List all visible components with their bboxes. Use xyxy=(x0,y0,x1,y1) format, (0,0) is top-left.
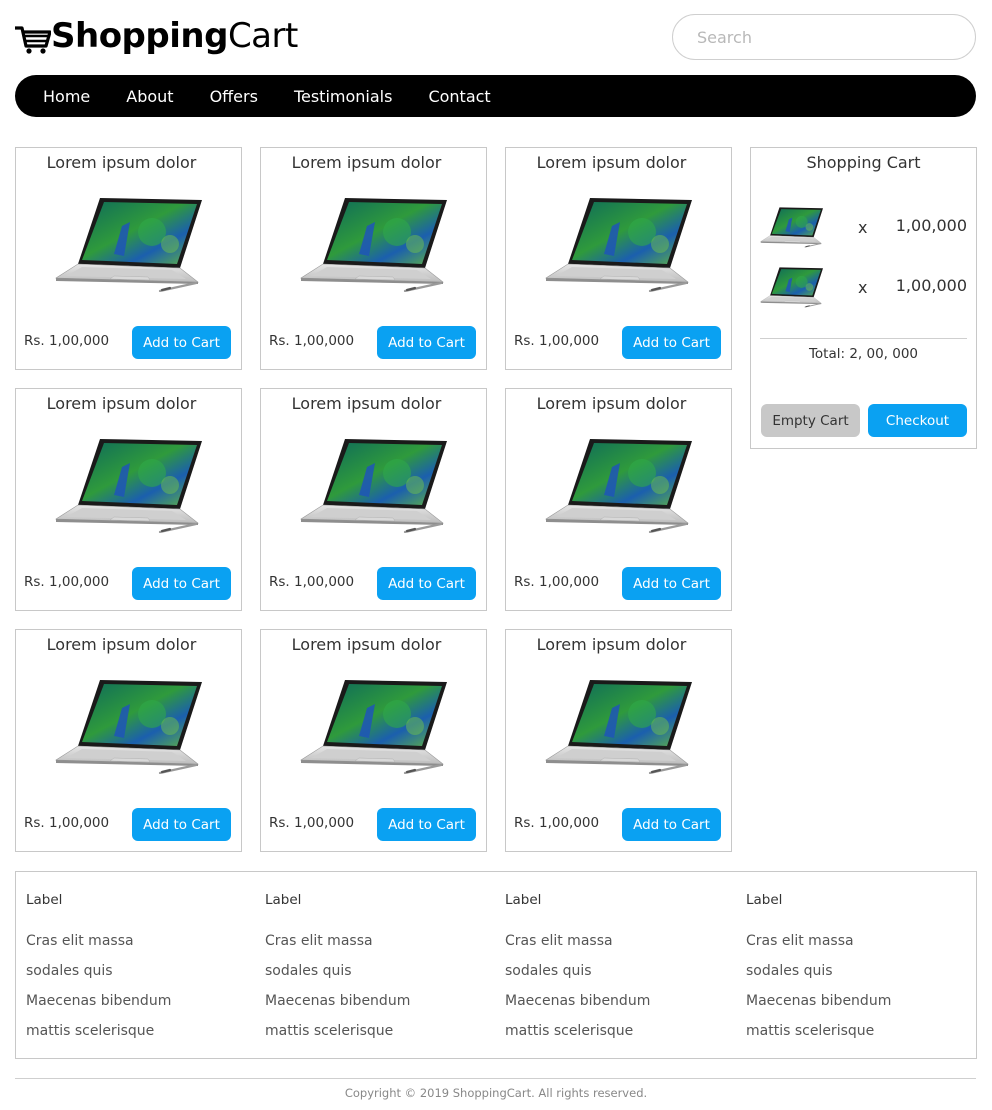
footer-link[interactable]: Cras elit massa xyxy=(505,926,650,956)
product-title: Lorem ipsum dolor xyxy=(536,394,687,413)
footer-link[interactable]: Maecenas bibendum xyxy=(265,986,410,1016)
footer-link[interactable]: Cras elit massa xyxy=(746,926,891,956)
footer-column-label: Label xyxy=(746,892,783,908)
nav-item-about[interactable]: About xyxy=(126,87,173,106)
product-price: Rs. 1,00,000 xyxy=(269,815,355,831)
empty-cart-button[interactable]: Empty Cart xyxy=(761,404,860,437)
logo-text-light: Cart xyxy=(227,16,298,56)
footer-column: Label Cras elit massa sodales quis Maece… xyxy=(26,892,171,1046)
shopping-cart-panel: Shopping Cart x 1,00,000 x 1,00,000 Tota… xyxy=(750,147,977,449)
product-title: Lorem ipsum dolor xyxy=(291,153,442,172)
cart-item-amount: 1,00,000 xyxy=(895,216,967,235)
product-price: Rs. 1,00,000 xyxy=(269,574,355,590)
footer-column: Label Cras elit massa sodales quis Maece… xyxy=(746,892,891,1046)
product-price: Rs. 1,00,000 xyxy=(514,815,600,831)
product-card: Lorem ipsum dolor Rs. 1,00,000 Add to Ca… xyxy=(505,388,732,611)
product-title: Lorem ipsum dolor xyxy=(46,394,197,413)
shopping-cart-icon xyxy=(15,26,51,54)
laptop-image[interactable] xyxy=(52,196,202,292)
laptop-image[interactable] xyxy=(52,437,202,533)
add-to-cart-button[interactable]: Add to Cart xyxy=(377,567,476,600)
add-to-cart-button[interactable]: Add to Cart xyxy=(622,808,721,841)
laptop-image[interactable] xyxy=(542,437,692,533)
footer-link[interactable]: mattis scelerisque xyxy=(26,1016,171,1046)
product-title: Lorem ipsum dolor xyxy=(46,153,197,172)
laptop-image[interactable] xyxy=(52,678,202,774)
footer-link[interactable]: Cras elit massa xyxy=(265,926,410,956)
laptop-image[interactable] xyxy=(297,437,447,533)
cart-item-remove[interactable]: x xyxy=(858,218,867,237)
product-card: Lorem ipsum dolor Rs. 1,00,000 Add to Ca… xyxy=(260,388,487,611)
product-card: Lorem ipsum dolor Rs. 1,00,000 Add to Ca… xyxy=(260,629,487,852)
laptop-thumbnail xyxy=(759,266,823,308)
footer-column: Label Cras elit massa sodales quis Maece… xyxy=(505,892,650,1046)
footer-link[interactable]: sodales quis xyxy=(26,956,171,986)
footer-link[interactable]: sodales quis xyxy=(746,956,891,986)
cart-item: x 1,00,000 xyxy=(759,266,967,310)
add-to-cart-button[interactable]: Add to Cart xyxy=(132,326,231,359)
product-title: Lorem ipsum dolor xyxy=(291,394,442,413)
footer-link[interactable]: Maecenas bibendum xyxy=(746,986,891,1016)
footer-column: Label Cras elit massa sodales quis Maece… xyxy=(265,892,410,1046)
product-card: Lorem ipsum dolor Rs. 1,00,000 Add to Ca… xyxy=(260,147,487,370)
footer-column-label: Label xyxy=(26,892,63,908)
footer-column-label: Label xyxy=(505,892,542,908)
product-card: Lorem ipsum dolor Rs. 1,00,000 Add to Ca… xyxy=(505,629,732,852)
main-nav: Home About Offers Testimonials Contact xyxy=(15,75,976,117)
footer-link[interactable]: mattis scelerisque xyxy=(505,1016,650,1046)
product-card: Lorem ipsum dolor Rs. 1,00,000 Add to Ca… xyxy=(15,629,242,852)
footer-link[interactable]: mattis scelerisque xyxy=(746,1016,891,1046)
footer-link[interactable]: Maecenas bibendum xyxy=(505,986,650,1016)
search-input[interactable] xyxy=(673,15,975,59)
add-to-cart-button[interactable]: Add to Cart xyxy=(132,808,231,841)
laptop-image[interactable] xyxy=(297,196,447,292)
laptop-image[interactable] xyxy=(297,678,447,774)
footer-column-label: Label xyxy=(265,892,302,908)
footer-link[interactable]: sodales quis xyxy=(265,956,410,986)
product-price: Rs. 1,00,000 xyxy=(514,574,600,590)
cart-title: Shopping Cart xyxy=(806,153,921,172)
cart-item: x 1,00,000 xyxy=(759,206,967,250)
product-card: Lorem ipsum dolor Rs. 1,00,000 Add to Ca… xyxy=(15,147,242,370)
product-price: Rs. 1,00,000 xyxy=(24,815,110,831)
search-box xyxy=(672,14,976,60)
footer-divider xyxy=(15,1078,976,1079)
footer-link[interactable]: sodales quis xyxy=(505,956,650,986)
add-to-cart-button[interactable]: Add to Cart xyxy=(132,567,231,600)
product-price: Rs. 1,00,000 xyxy=(24,333,110,349)
product-title: Lorem ipsum dolor xyxy=(46,635,197,654)
product-card: Lorem ipsum dolor Rs. 1,00,000 Add to Ca… xyxy=(505,147,732,370)
product-price: Rs. 1,00,000 xyxy=(514,333,600,349)
product-title: Lorem ipsum dolor xyxy=(536,635,687,654)
logo-text-bold: Shopping xyxy=(51,16,228,56)
footer-links: Label Cras elit massa sodales quis Maece… xyxy=(15,871,977,1059)
add-to-cart-button[interactable]: Add to Cart xyxy=(377,808,476,841)
laptop-image[interactable] xyxy=(542,678,692,774)
add-to-cart-button[interactable]: Add to Cart xyxy=(377,326,476,359)
product-title: Lorem ipsum dolor xyxy=(536,153,687,172)
product-title: Lorem ipsum dolor xyxy=(291,635,442,654)
checkout-button[interactable]: Checkout xyxy=(868,404,967,437)
cart-item-remove[interactable]: x xyxy=(858,278,867,297)
footer-link[interactable]: Cras elit massa xyxy=(26,926,171,956)
cart-item-amount: 1,00,000 xyxy=(895,276,967,295)
footer-link[interactable]: mattis scelerisque xyxy=(265,1016,410,1046)
product-card: Lorem ipsum dolor Rs. 1,00,000 Add to Ca… xyxy=(15,388,242,611)
product-price: Rs. 1,00,000 xyxy=(24,574,110,590)
nav-item-home[interactable]: Home xyxy=(43,87,90,106)
nav-item-contact[interactable]: Contact xyxy=(428,87,490,106)
cart-divider xyxy=(760,338,967,339)
nav-item-offers[interactable]: Offers xyxy=(210,87,258,106)
laptop-thumbnail xyxy=(759,206,823,248)
copyright-text: Copyright © 2019 ShoppingCart. All right… xyxy=(344,1086,648,1100)
logo[interactable]: ShoppingCart xyxy=(15,14,298,58)
add-to-cart-button[interactable]: Add to Cart xyxy=(622,326,721,359)
product-price: Rs. 1,00,000 xyxy=(269,333,355,349)
add-to-cart-button[interactable]: Add to Cart xyxy=(622,567,721,600)
cart-total: Total: 2, 00, 000 xyxy=(808,346,919,362)
nav-item-testimonials[interactable]: Testimonials xyxy=(294,87,393,106)
product-grid: Lorem ipsum dolor Rs. 1,00,000 Add to Ca… xyxy=(15,147,732,852)
laptop-image[interactable] xyxy=(542,196,692,292)
footer-link[interactable]: Maecenas bibendum xyxy=(26,986,171,1016)
